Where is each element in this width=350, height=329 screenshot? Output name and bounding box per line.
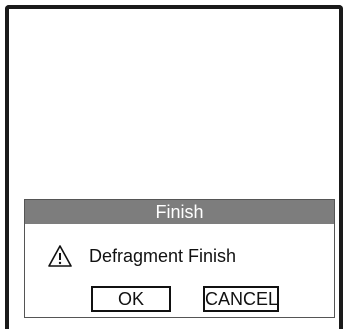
warning-icon [47,244,73,268]
ok-button[interactable]: OK [91,286,171,312]
dialog-message-row: Defragment Finish [47,244,236,268]
cancel-button[interactable]: CANCEL [203,286,279,312]
dialog-message: Defragment Finish [89,246,237,266]
finish-dialog: Finish Defragment Finish OK CANCEL [24,199,335,318]
dialog-title: Finish [25,200,334,224]
dialog-buttons: OK CANCEL [91,286,279,312]
